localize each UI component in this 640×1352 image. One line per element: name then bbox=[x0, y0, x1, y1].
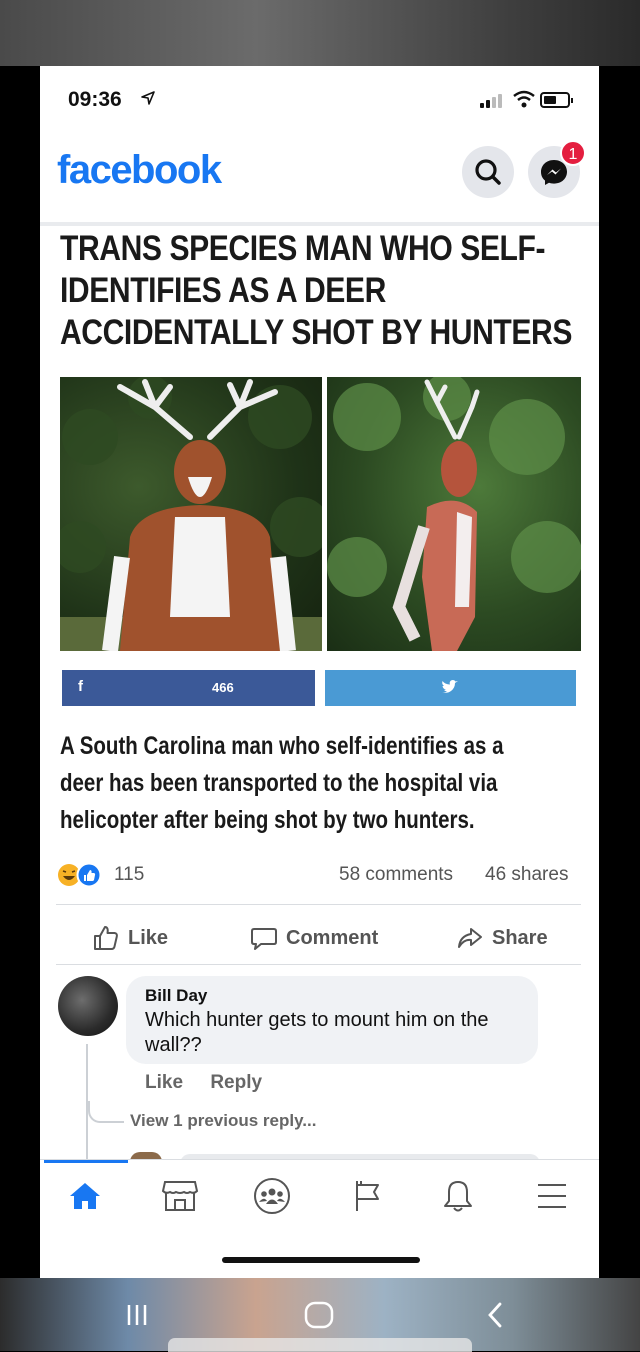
reaction-icons[interactable] bbox=[56, 862, 112, 893]
post-actions: Like Comment Share bbox=[40, 918, 599, 958]
messenger-badge: 1 bbox=[560, 140, 586, 166]
article-photo-right[interactable] bbox=[327, 377, 581, 651]
groups-icon bbox=[254, 1178, 290, 1214]
comment-label: Comment bbox=[286, 926, 379, 949]
nav-home[interactable] bbox=[63, 1174, 107, 1218]
nav-notifications[interactable] bbox=[436, 1174, 480, 1218]
reactions-row: 115 58 comments 46 shares bbox=[56, 862, 581, 888]
like-button[interactable]: Like bbox=[92, 918, 168, 958]
android-home-icon[interactable] bbox=[302, 1300, 336, 1335]
background-top bbox=[0, 0, 640, 66]
share-count: 466 bbox=[212, 680, 234, 695]
divider bbox=[56, 904, 581, 905]
ios-home-indicator[interactable] bbox=[222, 1257, 420, 1263]
facebook-header: facebook 1 bbox=[40, 136, 599, 226]
status-time: 09:36 bbox=[68, 88, 122, 111]
twitter-bird-icon bbox=[442, 679, 458, 693]
pages-flag-icon bbox=[356, 1181, 379, 1211]
comment-actions: Like Reply bbox=[145, 1072, 284, 1094]
phone-screen: 09:36 facebook 1 TRANS SPECIES MAN WHO S… bbox=[40, 66, 599, 1278]
share-button[interactable]: Share bbox=[456, 918, 548, 958]
comment-bubble[interactable]: Bill Day Which hunter gets to mount him … bbox=[126, 976, 538, 1064]
like-label: Like bbox=[128, 926, 169, 949]
share-arrow-icon bbox=[458, 928, 482, 948]
battery-icon bbox=[540, 92, 573, 108]
article-summary[interactable]: A South Carolina man who self-identifies… bbox=[60, 728, 519, 839]
view-previous-replies-link[interactable]: View 1 previous reply... bbox=[130, 1111, 316, 1131]
article-headline[interactable]: TRANS SPECIES MAN WHO SELF-IDENTIFIES AS… bbox=[60, 228, 593, 354]
wifi-icon bbox=[512, 90, 536, 113]
notifications-bell-icon bbox=[444, 1181, 472, 1212]
bottom-nav bbox=[40, 1159, 599, 1229]
thread-branch bbox=[88, 1101, 124, 1123]
search-icon bbox=[475, 159, 501, 185]
facebook-f-icon: f bbox=[78, 678, 83, 695]
home-icon bbox=[70, 1183, 100, 1209]
location-arrow-icon bbox=[140, 90, 156, 111]
facebook-logo[interactable]: facebook bbox=[57, 148, 222, 193]
status-bar: 09:36 bbox=[40, 66, 599, 136]
nav-marketplace[interactable] bbox=[158, 1174, 202, 1218]
marketplace-icon bbox=[161, 1181, 199, 1211]
share-label: Share bbox=[492, 926, 548, 949]
commenter-avatar[interactable] bbox=[58, 976, 118, 1036]
comment-text: Which hunter gets to mount him on the wa… bbox=[145, 1009, 489, 1056]
comment-button[interactable]: Comment bbox=[250, 918, 378, 958]
thumbs-up-icon bbox=[94, 926, 118, 950]
nav-menu[interactable] bbox=[530, 1174, 574, 1218]
back-chevron-icon[interactable] bbox=[482, 1300, 510, 1335]
comment-bubble-icon bbox=[251, 928, 277, 950]
article-photo-left[interactable] bbox=[60, 377, 322, 651]
reactions-count[interactable]: 115 bbox=[114, 864, 144, 886]
shares-count[interactable]: 46 shares bbox=[485, 864, 568, 886]
divider bbox=[56, 964, 581, 965]
comment-author[interactable]: Bill Day bbox=[145, 986, 207, 1006]
comment-like-link[interactable]: Like bbox=[145, 1072, 183, 1093]
comments-count[interactable]: 58 comments bbox=[339, 864, 453, 886]
signal-icon bbox=[480, 94, 504, 108]
system-pill bbox=[168, 1338, 472, 1352]
search-button[interactable] bbox=[462, 146, 514, 198]
nav-active-indicator bbox=[44, 1160, 128, 1163]
nav-groups[interactable] bbox=[250, 1174, 294, 1218]
comment-reply-link[interactable]: Reply bbox=[210, 1072, 262, 1093]
nav-pages[interactable] bbox=[345, 1174, 389, 1218]
recent-apps-icon[interactable] bbox=[122, 1300, 152, 1335]
twitter-share-button[interactable] bbox=[325, 670, 576, 706]
facebook-share-button[interactable]: f 466 bbox=[62, 670, 315, 706]
menu-icon bbox=[538, 1184, 566, 1208]
